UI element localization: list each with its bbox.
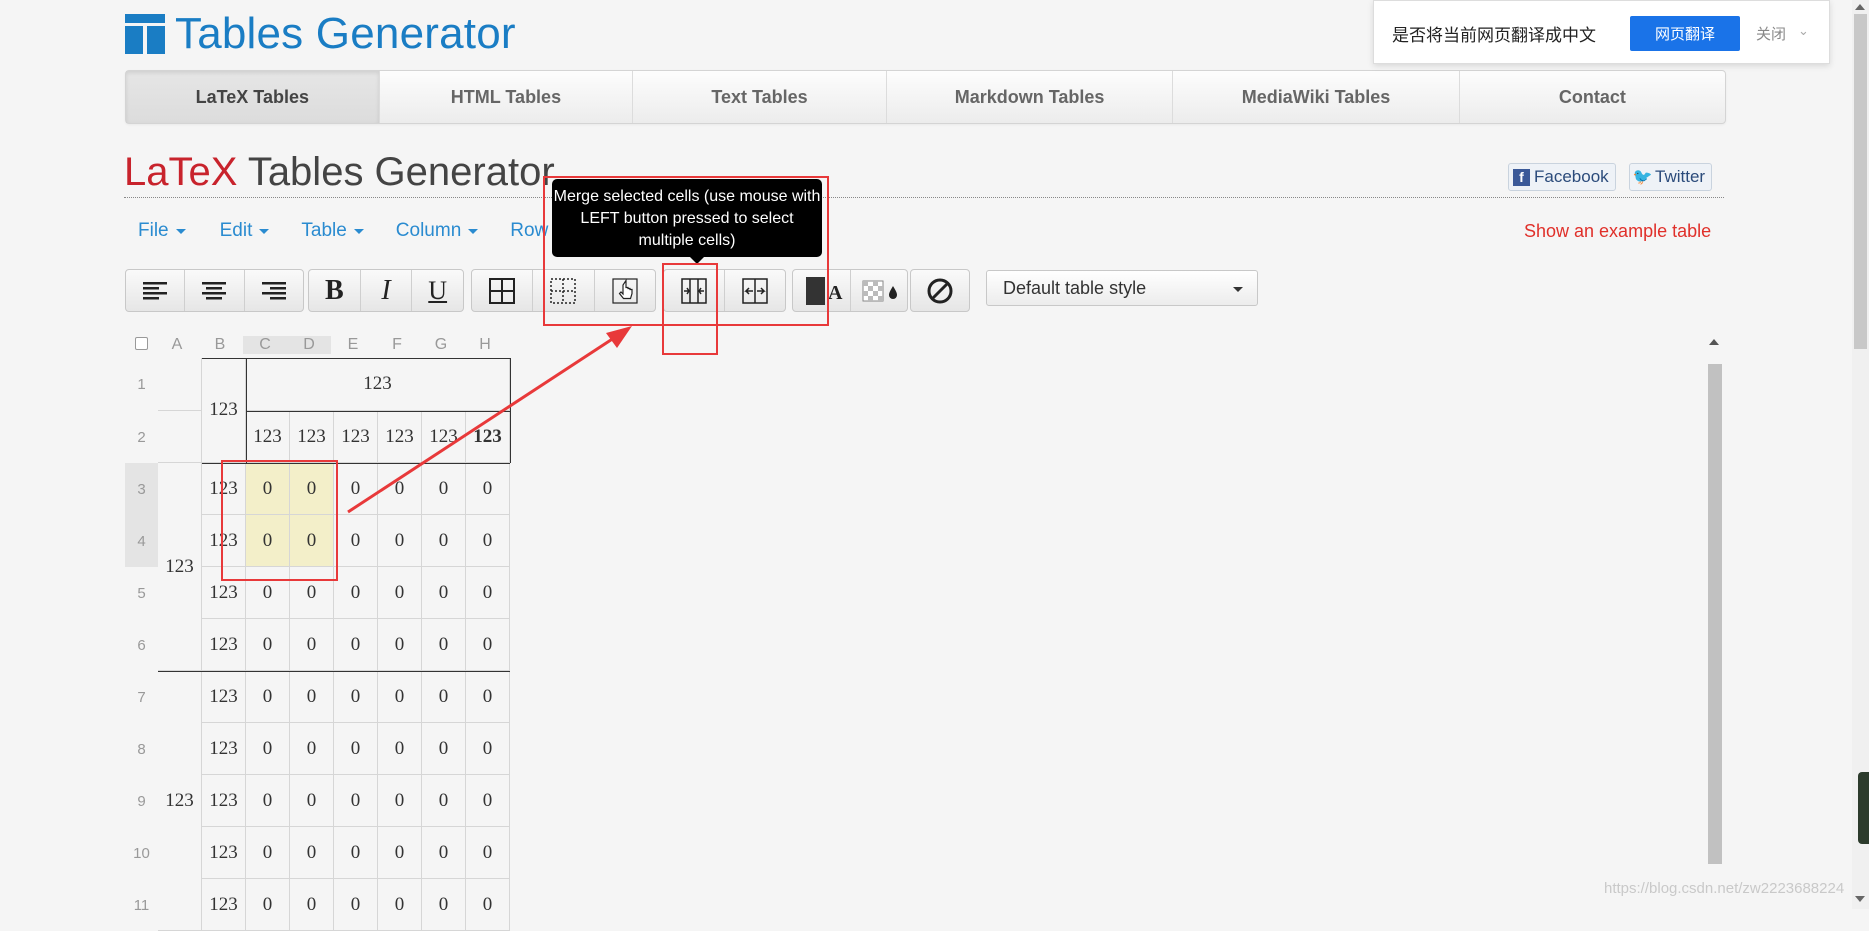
translate-page-button[interactable]: 网页翻译 [1630,16,1740,51]
annotation-arrow [347,326,632,514]
watermark: https://blog.csdn.net/zw2223688224 [1604,880,1845,897]
translate-close-button[interactable]: 关闭 [1756,23,1786,44]
translate-popup: 是否将当前网页翻译成中文 网页翻译 关闭 ⌄ [1373,0,1830,64]
page: Tables Generator LaTeX Tables HTML Table… [0,0,1869,931]
chevron-down-icon[interactable]: ⌄ [1798,23,1809,39]
translate-prompt: 是否将当前网页翻译成中文 [1392,26,1596,45]
